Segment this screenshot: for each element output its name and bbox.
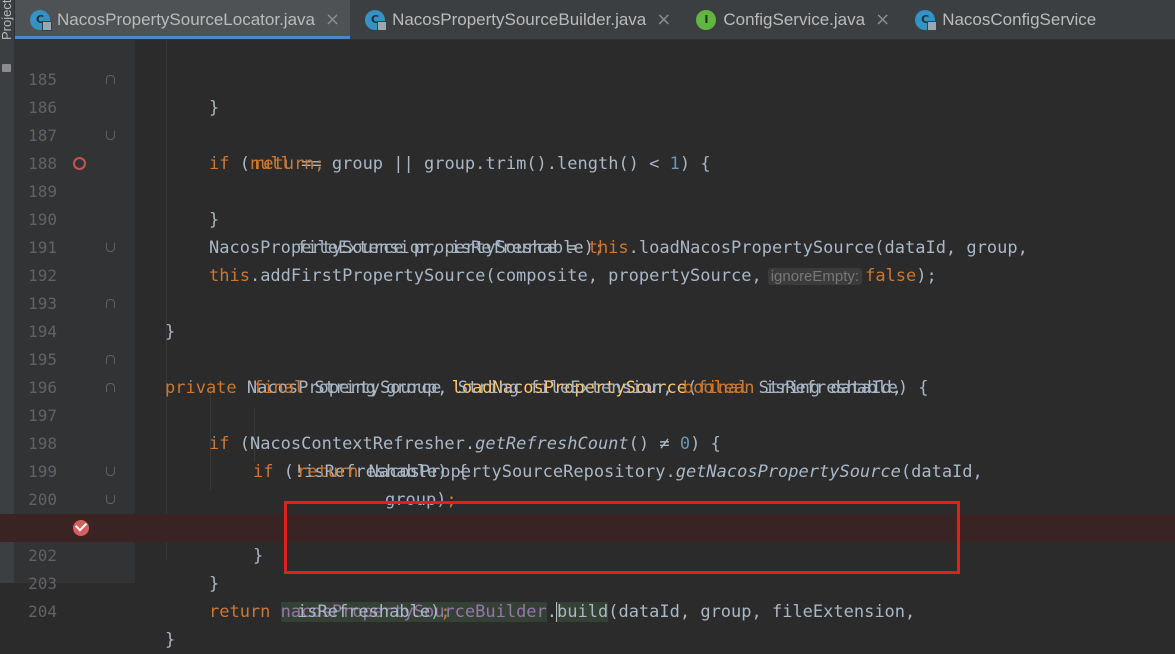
code-line[interactable]: 204 }	[0, 570, 1175, 650]
code-line[interactable]: 193	[0, 262, 1175, 313]
interface-icon: I	[696, 9, 717, 30]
code-line[interactable]: 196 if (NacosContextRefresher.getRefresh…	[0, 346, 1175, 454]
tab-config-service[interactable]: I ConfigService.java ×	[681, 0, 900, 39]
code-line[interactable]: 199 group);	[0, 430, 1175, 510]
code-line[interactable]: 194 private NacosPropertySource loadNaco…	[0, 290, 1175, 398]
code-line[interactable]: 197 if (!isRefreshable) {	[0, 374, 1175, 482]
tab-label: NacosPropertySourceBuilder.java	[392, 9, 647, 29]
fold-marker-icon[interactable]	[106, 243, 115, 252]
fold-marker-icon[interactable]	[106, 75, 115, 84]
code-line[interactable]: 187 return;	[0, 94, 1175, 174]
code-line[interactable]: 189 NacosPropertySource propertySource =…	[0, 150, 1175, 258]
keyword-token: return	[209, 602, 271, 622]
class-icon: C	[365, 9, 388, 31]
code-line[interactable]: 186 if (null == group || group.trim().le…	[0, 66, 1175, 174]
method-call-token: build	[557, 602, 609, 622]
code-line[interactable]: 190 fileExtension, isRefreshable);	[0, 178, 1175, 258]
close-icon[interactable]: ×	[875, 9, 890, 30]
fold-marker-icon[interactable]	[106, 467, 115, 476]
breakpoint-line[interactable]: 202 return nacosPropertySourceBuilder.bu…	[0, 514, 1175, 622]
class-icon: C	[915, 9, 938, 31]
breakpoint-check-icon[interactable]	[73, 519, 89, 536]
tab-nacos-config-service[interactable]: C NacosConfigService	[900, 0, 1106, 39]
code-line[interactable]: 188 }	[0, 122, 1175, 230]
line-number: 204	[28, 602, 57, 621]
code-token: }	[165, 630, 176, 650]
code-line[interactable]: 192 }	[0, 234, 1175, 342]
fold-marker-icon[interactable]	[106, 131, 115, 140]
fold-marker-icon[interactable]	[106, 495, 115, 504]
code-token: isRefreshable)	[297, 602, 441, 622]
fold-marker-icon[interactable]	[106, 355, 115, 364]
code-line[interactable]: 201 }	[0, 486, 1175, 594]
tab-nacos-property-source-locator[interactable]: C NacosPropertySourceLocator.java ×	[15, 0, 351, 39]
tab-label: NacosPropertySourceLocator.java	[57, 9, 315, 29]
code-token: (dataId, group, fileExtension,	[608, 602, 916, 622]
fold-marker-icon[interactable]	[106, 299, 115, 308]
code-line[interactable]: 191 this.addFirstPropertySource(composit…	[0, 206, 1175, 286]
code-line[interactable]: 198 return NacosPropertySourceRepository…	[0, 402, 1175, 482]
tab-nacos-property-source-builder[interactable]: C NacosPropertySourceBuilder.java ×	[350, 0, 681, 39]
editor-tab-bar: C NacosPropertySourceLocator.java × C Na…	[15, 0, 1175, 40]
code-line[interactable]: 185 }	[0, 38, 1175, 118]
class-icon: C	[30, 9, 52, 31]
code-line[interactable]: 200 }	[0, 458, 1175, 566]
close-icon[interactable]: ×	[325, 9, 340, 30]
code-line[interactable]: 203 isRefreshable);	[0, 542, 1175, 622]
fold-marker-icon[interactable]	[106, 383, 115, 392]
breakpoint-icon[interactable]	[73, 157, 86, 170]
tab-label: NacosConfigService	[942, 9, 1097, 29]
tab-label: ConfigService.java	[723, 9, 866, 29]
code-line[interactable]: 195 final String group, String fileExten…	[0, 318, 1175, 398]
code-token: ;	[440, 602, 451, 622]
close-icon[interactable]: ×	[656, 9, 671, 30]
